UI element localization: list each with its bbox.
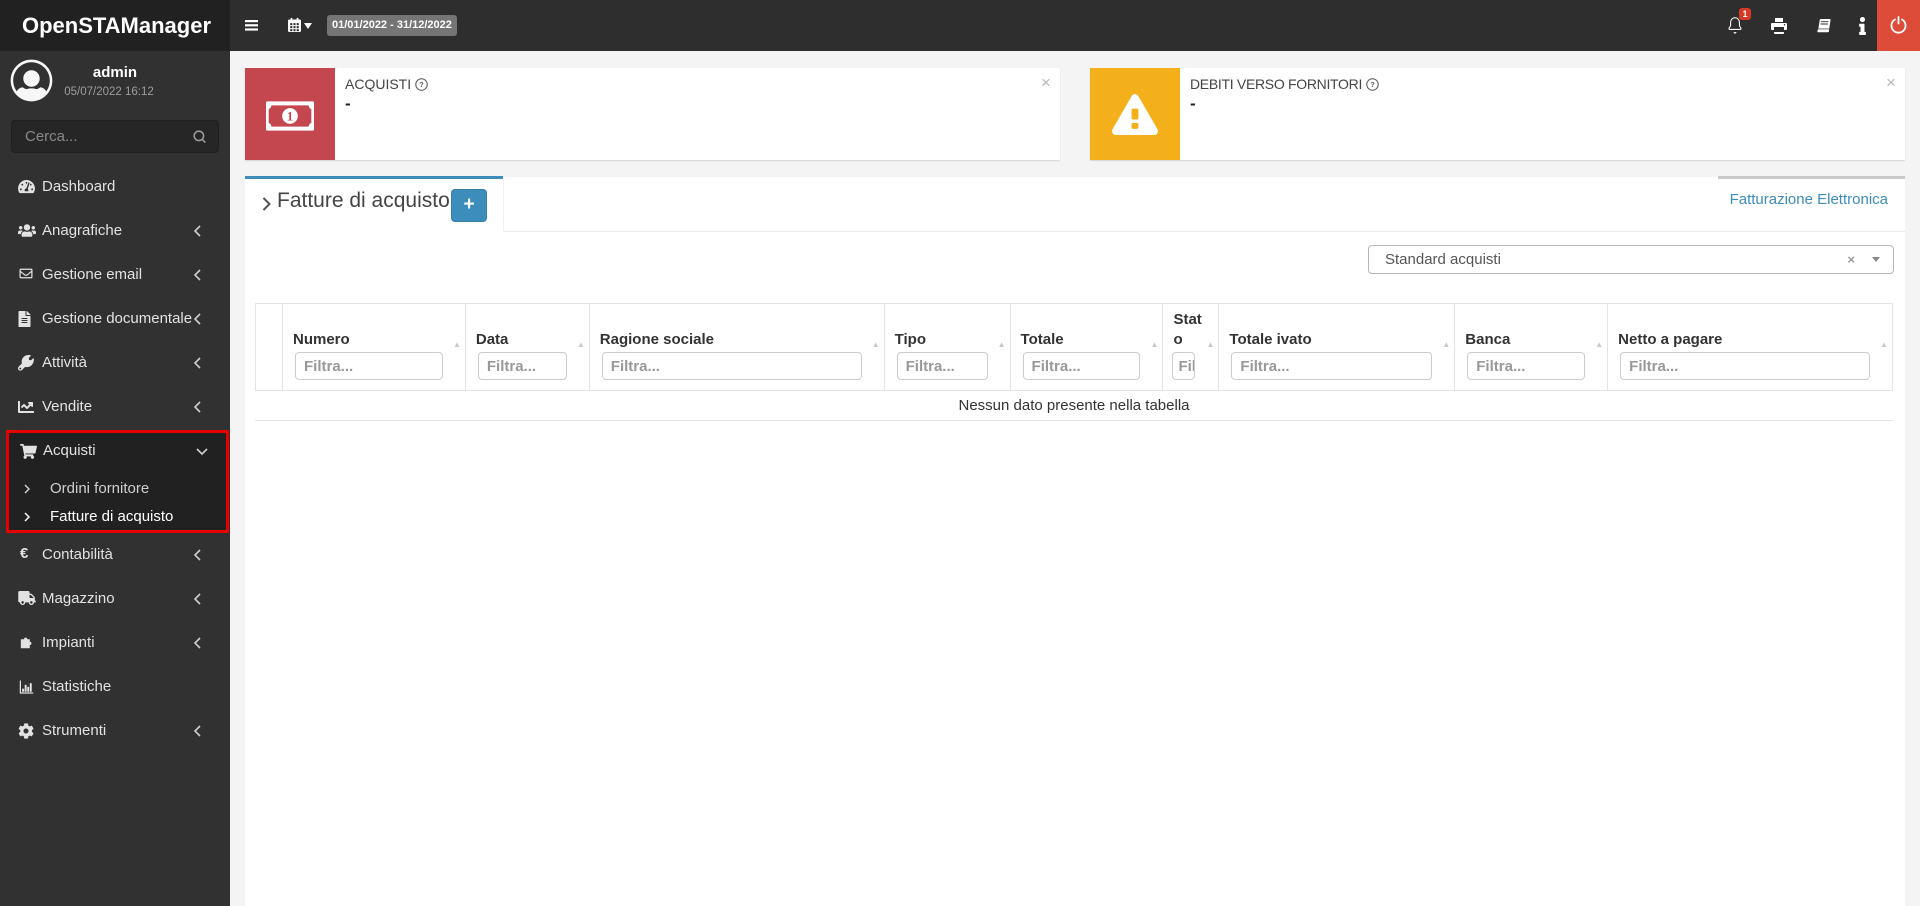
svg-text:1: 1	[287, 109, 293, 123]
svg-text:?: ?	[1370, 81, 1374, 89]
svg-text:?: ?	[419, 81, 423, 89]
